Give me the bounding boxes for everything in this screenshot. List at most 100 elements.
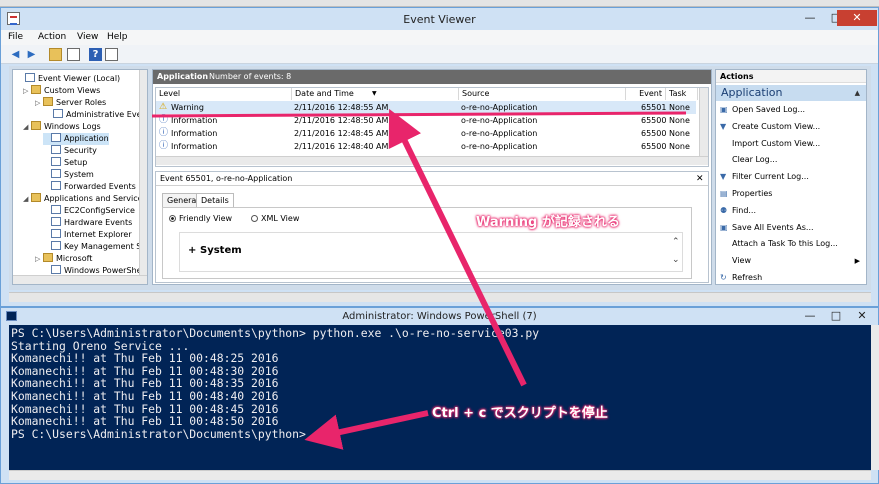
tree-item[interactable]: Administrative Events: [45, 109, 147, 121]
show-hide-tree-icon[interactable]: [67, 48, 80, 61]
column-header-date-label: Date and Time: [295, 89, 354, 98]
expander-icon[interactable]: ▷: [35, 97, 43, 109]
log-icon: [51, 169, 61, 178]
back-arrow-icon[interactable]: ◀: [9, 48, 22, 61]
remote-session-strip: [0, 0, 879, 7]
row-level: Information: [171, 129, 218, 138]
event-viewer-window: Event Viewer — □ ✕ File Action View Help…: [0, 7, 879, 307]
tree-item[interactable]: ▷ Microsoft: [35, 253, 92, 265]
ps-minimize-icon[interactable]: —: [797, 308, 823, 324]
log-icon: [51, 133, 61, 142]
tree-item[interactable]: Key Management Ser: [43, 241, 147, 253]
radio-xml-view[interactable]: XML View: [251, 214, 299, 223]
column-header-source[interactable]: Source: [459, 88, 626, 100]
tree-item[interactable]: Setup: [43, 157, 87, 169]
expander-icon[interactable]: ▷: [35, 253, 43, 265]
menu-help[interactable]: Help: [107, 32, 128, 42]
event-list-scrollbar[interactable]: [699, 88, 708, 156]
tree-item[interactable]: ▷ Custom Views: [23, 85, 100, 97]
action-icon: ▼: [720, 121, 727, 131]
navigation-tree: Event Viewer (Local) ▷ Custom Views ▷ Server…: [12, 69, 148, 285]
tree-item[interactable]: Forwarded Events: [43, 181, 136, 193]
expander-icon[interactable]: ▷: [23, 85, 31, 97]
tree-item[interactable]: ▷ Server Roles: [35, 97, 106, 109]
ps-maximize-icon[interactable]: □: [823, 308, 849, 324]
action-item[interactable]: ▣ Open Saved Log...: [720, 104, 862, 116]
row-source: o-re-no-Application: [461, 129, 538, 138]
tree-item[interactable]: EC2ConfigService: [43, 205, 135, 217]
column-header-event-id[interactable]: Event ID: [626, 88, 666, 110]
tree-item[interactable]: Internet Explorer: [43, 229, 132, 241]
action-icon: ▣: [720, 105, 728, 114]
action-icon: ↻: [720, 273, 727, 282]
powershell-title: Administrator: Windows PowerShell (7): [342, 311, 537, 322]
folder-icon: [31, 193, 41, 202]
event-detail-pane: Event 65501, o-re-no-Application ✕ Gener…: [155, 171, 709, 283]
action-item[interactable]: ▤ Properties: [720, 188, 862, 200]
action-label: View: [732, 256, 751, 266]
column-header-date[interactable]: Date and Time ▼: [292, 88, 459, 100]
action-item[interactable]: ↻ Refresh: [720, 272, 862, 284]
row-task: None: [669, 116, 690, 125]
system-label: System: [200, 245, 242, 256]
tree-item[interactable]: ◢ Windows Logs: [23, 121, 101, 133]
action-label: Attach a Task To this Log...: [732, 239, 838, 249]
row-event-id: 65500: [641, 129, 667, 138]
scroll-down-chevron-icon[interactable]: ⌄: [672, 255, 680, 265]
action-item[interactable]: Import Custom View...: [720, 138, 862, 150]
log-icon: [51, 217, 61, 226]
center-pane: Application Number of events: 8 Level Da…: [152, 69, 712, 285]
action-label: Import Custom View...: [732, 138, 821, 148]
action-item[interactable]: ▼ Filter Current Log...: [720, 171, 862, 183]
show-hide-action-pane-icon[interactable]: [105, 48, 118, 61]
tree-hscroll[interactable]: [13, 275, 147, 284]
table-row[interactable]: ⓘ Information 2/11/2016 12:48:40 AM o-re-no…: [156, 140, 696, 153]
expander-icon[interactable]: ◢: [23, 121, 31, 133]
scroll-up-chevron-icon[interactable]: ⌃: [672, 237, 680, 247]
close-detail-icon[interactable]: ✕: [696, 172, 704, 186]
tree-item-label: Windows Logs: [44, 122, 101, 131]
action-item[interactable]: ▼ Create Custom View...: [720, 121, 862, 133]
action-item[interactable]: Attach a Task To this Log...: [720, 238, 862, 250]
expander-icon[interactable]: ◢: [23, 193, 31, 205]
folder-up-icon[interactable]: [49, 48, 62, 61]
console-vscroll[interactable]: [871, 325, 879, 470]
tree-item-label: Hardware Events: [64, 218, 133, 227]
ps-close-icon[interactable]: ✕: [849, 308, 875, 324]
tree-item[interactable]: System: [43, 169, 94, 181]
menu-file[interactable]: File: [8, 32, 23, 42]
log-icon: [51, 229, 61, 238]
event-viewer-titlebar[interactable]: Event Viewer — □ ✕: [1, 8, 878, 30]
forward-arrow-icon[interactable]: ▶: [25, 48, 38, 61]
table-row[interactable]: ⓘ Information 2/11/2016 12:48:50 AM o-re-no…: [156, 114, 696, 127]
action-item[interactable]: ▣ Save All Events As...: [720, 222, 862, 234]
tree-item[interactable]: Hardware Events: [43, 217, 132, 229]
powershell-titlebar[interactable]: Administrator: Windows PowerShell (7) — …: [1, 308, 878, 324]
actions-section-application[interactable]: Application ▲: [716, 85, 866, 101]
tree-item[interactable]: Application: [43, 133, 109, 145]
info-icon: ⓘ: [159, 115, 169, 125]
column-header-task[interactable]: Task Ca: [666, 88, 698, 110]
action-item[interactable]: ⚉ Find...: [720, 205, 862, 217]
table-row[interactable]: ⓘ Information 2/11/2016 12:48:45 AM o-re-no…: [156, 127, 696, 140]
powershell-console[interactable]: PS C:\Users\Administrator\Documents\pyth…: [9, 325, 871, 470]
table-row[interactable]: ⚠ Warning 2/11/2016 12:48:55 AM o-re-no-App…: [156, 101, 696, 114]
menu-action[interactable]: Action: [38, 32, 66, 42]
action-item[interactable]: Clear Log...: [720, 154, 862, 166]
tree-item[interactable]: ◢ Applications and Services Lo: [23, 193, 147, 205]
minimize-icon[interactable]: —: [797, 10, 823, 26]
collapse-section-icon[interactable]: ▲: [855, 85, 860, 101]
tree-item[interactable]: Security: [43, 145, 97, 157]
help-icon[interactable]: ?: [89, 48, 102, 61]
tree-scrollbar[interactable]: [139, 70, 147, 275]
close-icon[interactable]: ✕: [837, 10, 877, 26]
event-list-hscroll[interactable]: [156, 156, 708, 165]
menu-view[interactable]: View: [77, 32, 98, 42]
console-hscroll[interactable]: [9, 470, 871, 480]
expand-system-icon[interactable]: +: [188, 245, 196, 256]
tab-details[interactable]: Details: [196, 193, 234, 207]
tree-item[interactable]: Event Viewer (Local): [17, 73, 120, 85]
column-header-level[interactable]: Level: [156, 88, 292, 100]
radio-friendly-view[interactable]: Friendly View: [169, 214, 232, 223]
action-item[interactable]: View ▶: [720, 255, 862, 267]
